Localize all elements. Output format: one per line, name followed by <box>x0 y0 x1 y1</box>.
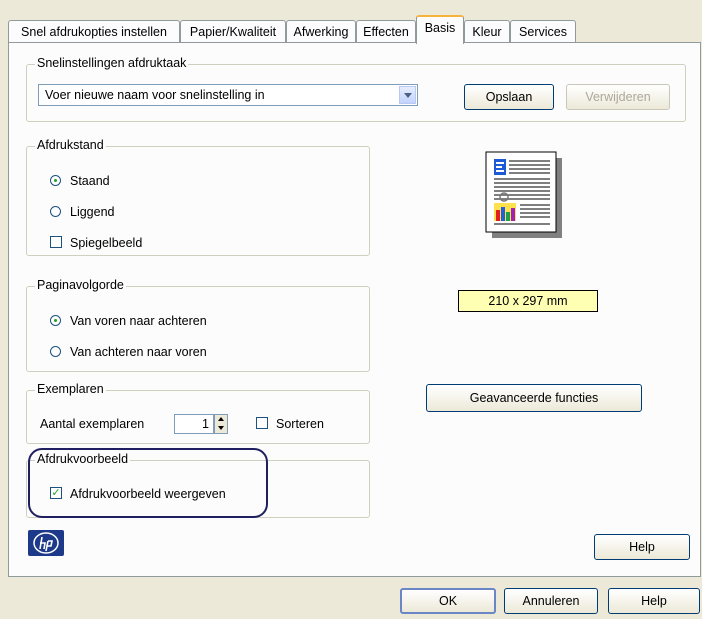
arrow-up-icon[interactable] <box>218 417 224 421</box>
print-preview-title: Afdrukvoorbeeld <box>35 452 131 466</box>
quick-settings-combo[interactable]: Voer nieuwe naam voor snelinstelling in <box>38 84 418 106</box>
checkmark-icon[interactable]: ✓ <box>50 487 62 499</box>
chevron-down-icon[interactable] <box>399 86 416 104</box>
ok-button[interactable]: OK <box>400 588 496 614</box>
orientation-title: Afdrukstand <box>35 138 106 152</box>
page-order-title: Paginavolgorde <box>35 278 126 292</box>
checkbox-icon[interactable] <box>256 417 268 429</box>
quick-settings-combo-value: Voer nieuwe naam voor snelinstelling in <box>45 88 265 102</box>
radio-selected-icon[interactable] <box>50 315 61 326</box>
panel-help-button[interactable]: Help <box>594 534 690 560</box>
paper-size-label: 210 x 297 mm <box>458 290 598 312</box>
copies-title: Exemplaren <box>35 382 106 396</box>
radio-icon[interactable] <box>50 206 61 217</box>
radio-selected-icon[interactable] <box>50 175 61 186</box>
page-preview-icon <box>485 151 562 238</box>
quick-settings-title: Snelinstellingen afdruktaak <box>35 56 189 70</box>
radio-icon[interactable] <box>50 346 61 357</box>
copies-spinner[interactable] <box>214 414 228 434</box>
copies-count-field[interactable]: 1 <box>174 414 214 434</box>
copies-count-label: Aantal exemplaren <box>40 417 145 431</box>
arrow-down-icon[interactable] <box>218 426 224 430</box>
footer-help-button[interactable]: Help <box>608 588 700 614</box>
cancel-button[interactable]: Annuleren <box>504 588 598 614</box>
save-button[interactable]: Opslaan <box>464 84 554 110</box>
advanced-features-button[interactable]: Geavanceerde functies <box>426 384 642 412</box>
hp-logo-icon <box>28 530 64 556</box>
checkbox-icon[interactable] <box>50 236 62 248</box>
delete-button[interactable]: Verwijderen <box>566 84 670 110</box>
